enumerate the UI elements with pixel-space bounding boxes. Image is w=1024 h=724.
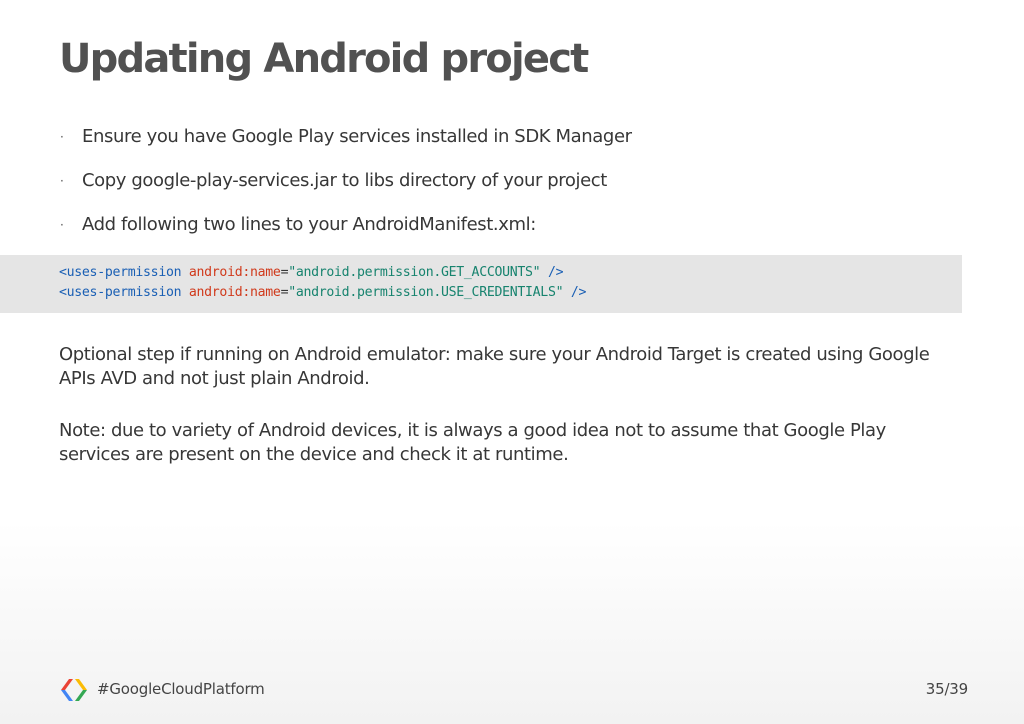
code-attribute: android:name: [188, 285, 281, 300]
bullet-text: Ensure you have Google Play services ins…: [82, 126, 632, 147]
google-cloud-platform-logo-icon: [61, 679, 87, 701]
bullet-item: · Add following two lines to your Androi…: [59, 212, 632, 256]
bullet-list: · Ensure you have Google Play services i…: [59, 124, 632, 256]
code-tag-close: />: [563, 285, 587, 300]
page-number: 35/39: [925, 680, 968, 698]
bullet-text: Add following two lines to your AndroidM…: [82, 214, 536, 235]
code-string: "android.permission.USE_CREDENTIALS": [288, 285, 564, 300]
bullet-dot-icon: ·: [60, 174, 64, 188]
paragraph-emulator-note: Optional step if running on Android emul…: [59, 344, 930, 389]
code-tag: <uses-permission: [59, 285, 182, 300]
bullet-dot-icon: ·: [60, 218, 64, 232]
bullet-item: · Copy google-play-services.jar to libs …: [59, 168, 632, 212]
bullet-dot-icon: ·: [60, 130, 64, 144]
paragraph-runtime-note: Note: due to variety of Android devices,…: [59, 420, 886, 465]
slide: Updating Android project · Ensure you ha…: [0, 0, 1024, 724]
code-line: <uses-permission android:name="android.p…: [59, 264, 564, 282]
footer-hashtag: #GoogleCloudPlatform: [97, 680, 265, 698]
code-attribute: android:name: [188, 265, 281, 280]
bullet-text: Copy google-play-services.jar to libs di…: [82, 170, 607, 191]
code-string: "android.permission.GET_ACCOUNTS": [288, 265, 541, 280]
slide-title: Updating Android project: [59, 36, 589, 82]
code-block: <uses-permission android:name="android.p…: [0, 255, 962, 313]
code-line: <uses-permission android:name="android.p…: [59, 284, 586, 302]
code-tag-close: />: [540, 265, 564, 280]
code-tag: <uses-permission: [59, 265, 182, 280]
bullet-item: · Ensure you have Google Play services i…: [59, 124, 632, 168]
